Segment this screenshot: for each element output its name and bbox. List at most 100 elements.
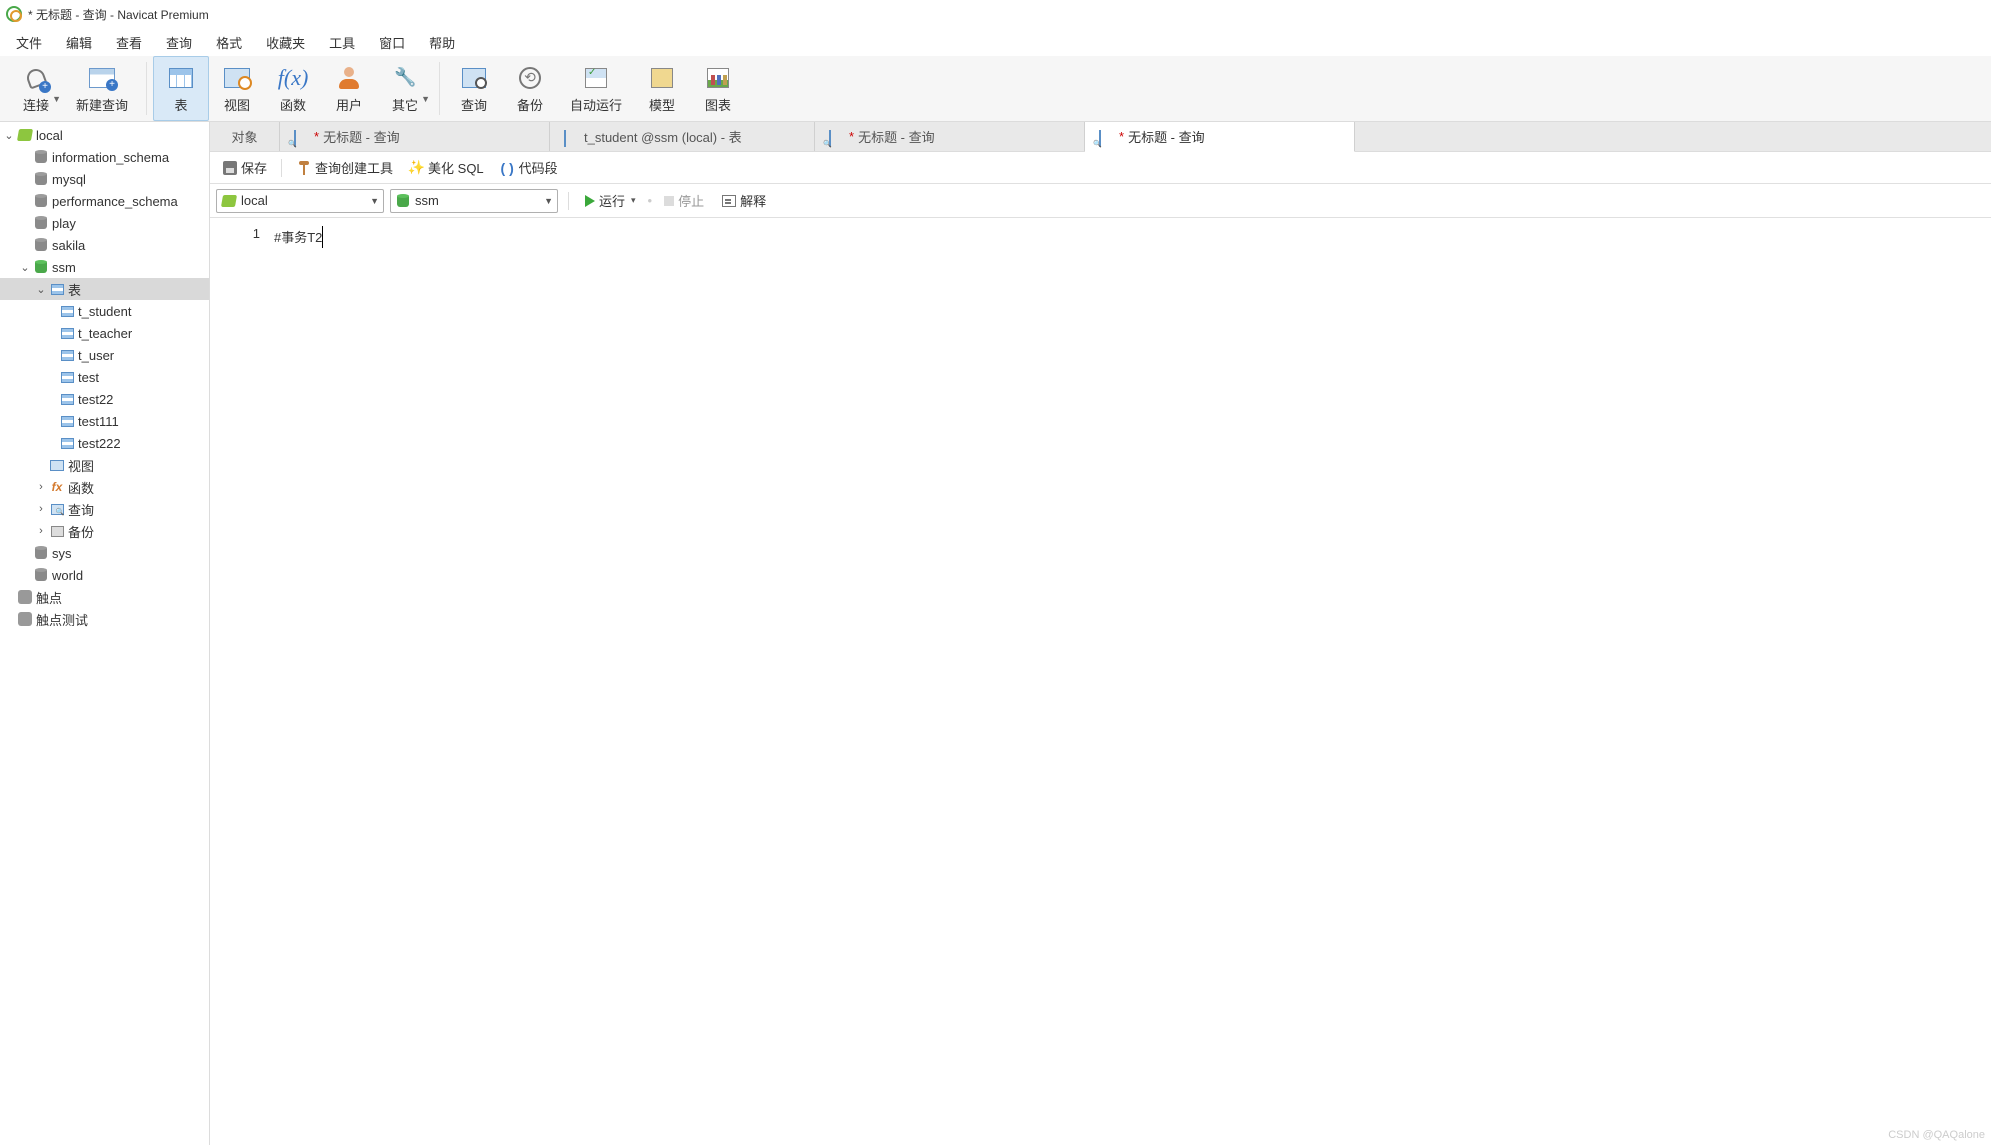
tool-model[interactable]: 模型 <box>634 56 690 121</box>
table-icon <box>61 416 74 427</box>
connection-icon <box>221 195 237 207</box>
explain-button[interactable]: 解释 <box>716 188 772 213</box>
table-icon <box>61 350 74 361</box>
menu-help[interactable]: 帮助 <box>417 29 467 56</box>
tree-db[interactable]: ·sys <box>0 542 209 564</box>
save-button[interactable]: 保存 <box>216 155 273 180</box>
database-icon <box>35 217 47 229</box>
database-icon <box>397 195 409 207</box>
menubar: 文件 编辑 查看 查询 格式 收藏夹 工具 窗口 帮助 <box>0 28 1991 56</box>
table-icon <box>61 306 74 317</box>
tree-extra[interactable]: ·触点测试 <box>0 608 209 630</box>
dropdown-arrow-icon[interactable]: ▼ <box>421 94 430 104</box>
database-icon <box>35 547 47 559</box>
tree-db[interactable]: ·information_schema <box>0 146 209 168</box>
chevron-down-icon[interactable]: ▾ <box>631 195 636 206</box>
menu-tools[interactable]: 工具 <box>317 29 367 56</box>
tool-backup[interactable]: ⟲ 备份 <box>502 56 558 121</box>
menu-query[interactable]: 查询 <box>154 29 204 56</box>
tree-db[interactable]: ·sakila <box>0 234 209 256</box>
tool-table[interactable]: 表 <box>153 56 209 121</box>
view-icon <box>224 68 250 88</box>
tree-db[interactable]: ·world <box>0 564 209 586</box>
tool-query[interactable]: 查询 <box>446 56 502 121</box>
tool-connect[interactable]: 连接 ▼ <box>8 56 64 121</box>
tree-folder-functions[interactable]: ›fx函数 <box>0 476 209 498</box>
tool-new-query[interactable]: 新建查询 <box>64 56 140 121</box>
tool-autorun[interactable]: 自动运行 <box>558 56 634 121</box>
paren-icon: ( ) <box>500 160 515 175</box>
view-icon <box>50 460 64 471</box>
snippet-button[interactable]: ( ) 代码段 <box>494 155 564 180</box>
caret-right-icon[interactable]: › <box>34 481 48 493</box>
caret-down-icon[interactable]: ⌄ <box>34 283 48 296</box>
line-number: 1 <box>210 226 260 241</box>
menu-file[interactable]: 文件 <box>4 29 54 56</box>
modified-indicator: * <box>1119 129 1124 144</box>
menu-fav[interactable]: 收藏夹 <box>254 29 317 56</box>
main-area: ⌄ local ·information_schema ·mysql ·perf… <box>0 122 1991 1145</box>
query-builder-button[interactable]: 查询创建工具 <box>290 155 399 180</box>
menu-window[interactable]: 窗口 <box>367 29 417 56</box>
caret-down-icon[interactable]: ⌄ <box>2 129 16 142</box>
tree-db[interactable]: ·performance_schema <box>0 190 209 212</box>
tree-db[interactable]: ·play <box>0 212 209 234</box>
tree-folder-backups[interactable]: ›备份 <box>0 520 209 542</box>
tree-table[interactable]: t_user <box>0 344 209 366</box>
tool-other[interactable]: 其它 ▼ <box>377 56 433 121</box>
menu-format[interactable]: 格式 <box>204 29 254 56</box>
tree-table[interactable]: test222 <box>0 432 209 454</box>
database-icon <box>35 195 47 207</box>
tree-extra[interactable]: ·触点 <box>0 586 209 608</box>
connection-tree[interactable]: ⌄ local ·information_schema ·mysql ·perf… <box>0 122 210 1145</box>
beautify-button[interactable]: ✨ 美化 SQL <box>403 155 490 180</box>
tab-empty <box>1355 122 1991 151</box>
tree-table[interactable]: t_teacher <box>0 322 209 344</box>
caret-right-icon[interactable]: › <box>34 525 48 537</box>
wand-icon: ✨ <box>409 160 424 175</box>
titlebar: * 无标题 - 查询 - Navicat Premium <box>0 0 1991 28</box>
tree-table[interactable]: t_student <box>0 300 209 322</box>
tool-view[interactable]: 视图 <box>209 56 265 121</box>
tab-query-3[interactable]: * 无标题 - 查询 <box>1085 122 1355 152</box>
database-icon <box>35 151 47 163</box>
explain-icon <box>722 195 736 207</box>
query-tab-icon <box>1099 130 1101 147</box>
table-icon <box>61 372 74 383</box>
separator <box>146 62 147 115</box>
tree-table[interactable]: test111 <box>0 410 209 432</box>
tool-chart[interactable]: 图表 <box>690 56 746 121</box>
caret-right-icon[interactable]: › <box>34 503 48 515</box>
tree-folder-tables[interactable]: ⌄表 <box>0 278 209 300</box>
connection-combo[interactable]: local ▼ <box>216 189 384 213</box>
tool-function[interactable]: f(x) 函数 <box>265 56 321 121</box>
sql-editor[interactable]: 1 #事务T2 <box>210 218 1991 1145</box>
separator <box>568 192 569 210</box>
database-icon <box>35 173 47 185</box>
database-icon <box>35 239 47 251</box>
database-combo[interactable]: ssm ▼ <box>390 189 558 213</box>
dropdown-arrow-icon[interactable]: ▼ <box>52 94 61 104</box>
tree-table[interactable]: test22 <box>0 388 209 410</box>
chevron-down-icon: ▼ <box>544 196 553 206</box>
run-button[interactable]: 运行 ▾ <box>579 188 642 213</box>
tree-connection[interactable]: ⌄ local <box>0 124 209 146</box>
caret-down-icon[interactable]: ⌄ <box>18 261 32 274</box>
tree-folder-views[interactable]: ·视图 <box>0 454 209 476</box>
autorun-icon <box>585 68 607 88</box>
tool-user[interactable]: 用户 <box>321 56 377 121</box>
tab-objects[interactable]: 对象 <box>210 122 280 151</box>
tab-query-2[interactable]: * 无标题 - 查询 <box>815 122 1085 151</box>
code-area[interactable]: #事务T2 <box>268 218 1991 1145</box>
text-cursor <box>322 226 323 248</box>
tree-db[interactable]: ·mysql <box>0 168 209 190</box>
tab-query-1[interactable]: * 无标题 - 查询 <box>280 122 550 151</box>
tree-folder-queries[interactable]: ›查询 <box>0 498 209 520</box>
tree-table[interactable]: test <box>0 366 209 388</box>
tab-table[interactable]: t_student @ssm (local) - 表 <box>550 122 815 151</box>
tree-db-open[interactable]: ⌄ssm <box>0 256 209 278</box>
table-icon <box>169 68 193 88</box>
menu-edit[interactable]: 编辑 <box>54 29 104 56</box>
chart-icon <box>707 68 729 88</box>
menu-view[interactable]: 查看 <box>104 29 154 56</box>
